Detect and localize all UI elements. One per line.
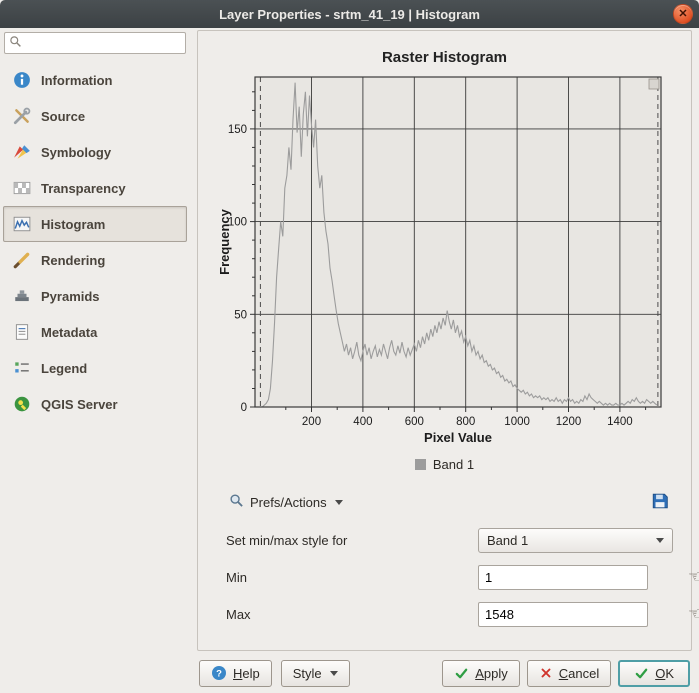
svg-text:Frequency: Frequency [217, 208, 232, 275]
search-input[interactable] [26, 36, 181, 50]
pick-max-hand-icon[interactable]: ☜ [688, 606, 699, 623]
legend-icon [12, 358, 32, 378]
svg-text:?: ? [216, 669, 222, 680]
svg-text:Pixel Value: Pixel Value [424, 430, 492, 445]
info-icon [12, 70, 32, 90]
pick-min-hand-icon[interactable]: ☜ [688, 569, 699, 586]
max-label: Max [226, 607, 478, 622]
raster-histogram-chart[interactable]: 200400600800100012001400050100150Pixel V… [215, 72, 675, 455]
save-icon [651, 492, 669, 513]
sidebar-item-source[interactable]: Source [3, 98, 187, 134]
sidebar-item-pyramids[interactable]: Pyramids [3, 278, 187, 314]
sidebar-item-histogram[interactable]: Histogram [3, 206, 187, 242]
sidebar-item-metadata[interactable]: Metadata [3, 314, 187, 350]
symbology-icon [12, 142, 32, 162]
ok-check-icon [634, 666, 649, 681]
close-button[interactable]: ✕ [673, 4, 693, 24]
source-icon [12, 106, 32, 126]
window-title: Layer Properties - srtm_41_19 | Histogra… [219, 7, 480, 22]
metadata-icon [12, 322, 32, 342]
ok-button[interactable]: OK [618, 660, 690, 687]
cancel-button[interactable]: Cancel [527, 660, 611, 687]
sidebar-search[interactable] [4, 32, 186, 54]
apply-label: Apply [475, 666, 508, 681]
sidebar-item-transparency[interactable]: Transparency [3, 170, 187, 206]
ok-label: OK [655, 666, 674, 681]
pyramids-icon [12, 286, 32, 306]
chart-legend: Band 1 [208, 457, 681, 472]
chevron-down-icon [656, 538, 664, 543]
svg-text:1400: 1400 [607, 416, 633, 428]
svg-text:150: 150 [227, 124, 246, 136]
svg-text:600: 600 [404, 416, 423, 428]
sidebar: Information Source Symbology Transparenc… [0, 28, 190, 693]
min-label: Min [226, 570, 478, 585]
style-button[interactable]: Style [281, 660, 350, 687]
min-input[interactable] [478, 565, 648, 590]
page-title: Raster Histogram [208, 49, 681, 66]
svg-text:400: 400 [353, 416, 372, 428]
legend-swatch [415, 459, 426, 470]
help-button[interactable]: ? Help [199, 660, 272, 687]
histogram-page: Raster Histogram 200 400 600 800 1000 1200 140… [197, 30, 692, 651]
svg-text:1200: 1200 [555, 416, 581, 428]
band-select[interactable]: Band 1 [478, 528, 673, 553]
save-histogram-button[interactable] [645, 489, 675, 515]
sidebar-item-legend[interactable]: Legend [3, 350, 187, 386]
magnifier-icon [229, 493, 244, 511]
cancel-x-icon [539, 666, 553, 680]
svg-text:800: 800 [456, 416, 475, 428]
titlebar[interactable]: Layer Properties - srtm_41_19 | Histogra… [0, 0, 699, 28]
band-select-value: Band 1 [487, 533, 648, 548]
sidebar-item-information[interactable]: Information [3, 62, 187, 98]
sidebar-item-symbology[interactable]: Symbology [3, 134, 187, 170]
chevron-down-icon [335, 500, 343, 505]
max-input[interactable] [478, 602, 648, 627]
legend-label: Band 1 [433, 457, 474, 472]
help-label: Help [233, 666, 260, 681]
histogram-icon [12, 214, 32, 234]
help-icon: ? [211, 665, 227, 681]
close-icon: ✕ [678, 9, 687, 20]
dialog-button-row: ? Help Style Apply [197, 651, 692, 687]
svg-text:200: 200 [301, 416, 320, 428]
server-icon [12, 394, 32, 414]
svg-text:1000: 1000 [504, 416, 530, 428]
rendering-icon [12, 250, 32, 270]
cancel-label: Cancel [559, 666, 599, 681]
apply-check-icon [454, 666, 469, 681]
transparency-icon [12, 178, 32, 198]
chevron-down-icon [330, 671, 338, 676]
set-minmax-label: Set min/max style for [226, 533, 478, 548]
style-label: Style [293, 666, 322, 681]
layer-properties-dialog: Layer Properties - srtm_41_19 | Histogra… [0, 0, 699, 693]
prefs-actions-label: Prefs/Actions [250, 495, 327, 510]
sidebar-item-qgis-server[interactable]: QGIS Server [3, 386, 187, 422]
search-icon [9, 35, 22, 51]
svg-text:50: 50 [234, 309, 247, 321]
apply-button[interactable]: Apply [442, 660, 520, 687]
svg-text:0: 0 [240, 402, 246, 414]
prefs-actions-button[interactable]: Prefs/Actions [220, 488, 352, 516]
sidebar-item-rendering[interactable]: Rendering [3, 242, 187, 278]
